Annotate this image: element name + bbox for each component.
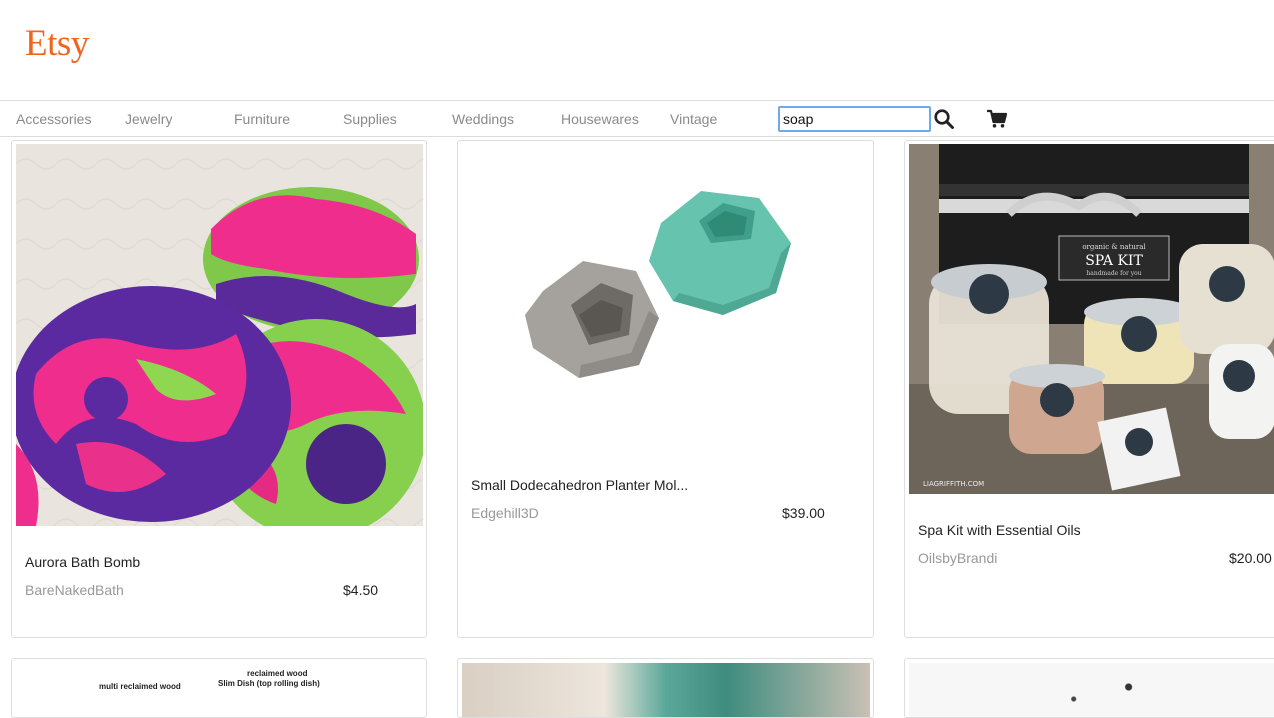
- listing-image-text: reclaimed wood: [247, 669, 308, 678]
- image-watermark: LIAGRIFFITH.COM: [923, 480, 984, 488]
- etsy-logo[interactable]: Etsy: [25, 22, 89, 65]
- listing-image[interactable]: [909, 663, 1274, 717]
- listing-image[interactable]: [461, 143, 869, 449]
- listing-title[interactable]: Aurora Bath Bomb: [25, 554, 140, 570]
- listing-title[interactable]: Small Dodecahedron Planter Mol...: [471, 477, 688, 493]
- spa-brand-label: SPA KIT: [1085, 253, 1143, 269]
- nav-accessories[interactable]: Accessories: [16, 111, 91, 127]
- listing-image[interactable]: [462, 663, 870, 717]
- listing-shop[interactable]: OilsbyBrandi: [918, 550, 997, 566]
- search-input[interactable]: [778, 106, 931, 132]
- nav-jewelry[interactable]: Jewelry: [125, 111, 172, 127]
- listing-title[interactable]: Spa Kit with Essential Oils: [918, 522, 1081, 538]
- nav-furniture[interactable]: Furniture: [234, 111, 290, 127]
- listing-price: $39.00: [782, 505, 825, 521]
- listing-card[interactable]: Aurora Bath Bomb BareNakedBath $4.50: [11, 140, 427, 638]
- nav-vintage[interactable]: Vintage: [670, 111, 717, 127]
- listing-card[interactable]: [457, 658, 874, 718]
- listing-card[interactable]: reclaimed wood Slim Dish (top rolling di…: [11, 658, 427, 718]
- listing-card[interactable]: [904, 658, 1274, 718]
- listing-price: $20.00: [1229, 550, 1272, 566]
- listing-card[interactable]: organic & natural SPA KIT handmade for y…: [904, 140, 1274, 638]
- listing-image-text: multi reclaimed wood: [99, 682, 181, 691]
- cart-icon[interactable]: [986, 108, 1008, 130]
- listing-shop[interactable]: Edgehill3D: [471, 505, 539, 521]
- nav-housewares[interactable]: Housewares: [561, 111, 639, 127]
- listing-image[interactable]: organic & natural SPA KIT handmade for y…: [909, 144, 1274, 494]
- listing-price: $4.50: [343, 582, 379, 598]
- listing-shop[interactable]: BareNakedBath: [25, 582, 124, 598]
- listing-card[interactable]: Small Dodecahedron Planter Mol... Edgehi…: [457, 140, 874, 638]
- nav-supplies[interactable]: Supplies: [343, 111, 397, 127]
- spa-sub-label: handmade for you: [1086, 270, 1141, 277]
- spa-top-label: organic & natural: [1082, 243, 1146, 251]
- nav-weddings[interactable]: Weddings: [452, 111, 514, 127]
- category-nav: Accessories Jewelry Furniture Supplies W…: [0, 100, 1274, 137]
- listing-image-text: Slim Dish (top rolling dish): [218, 679, 320, 688]
- search-icon[interactable]: [933, 108, 955, 130]
- listing-image[interactable]: [16, 144, 423, 526]
